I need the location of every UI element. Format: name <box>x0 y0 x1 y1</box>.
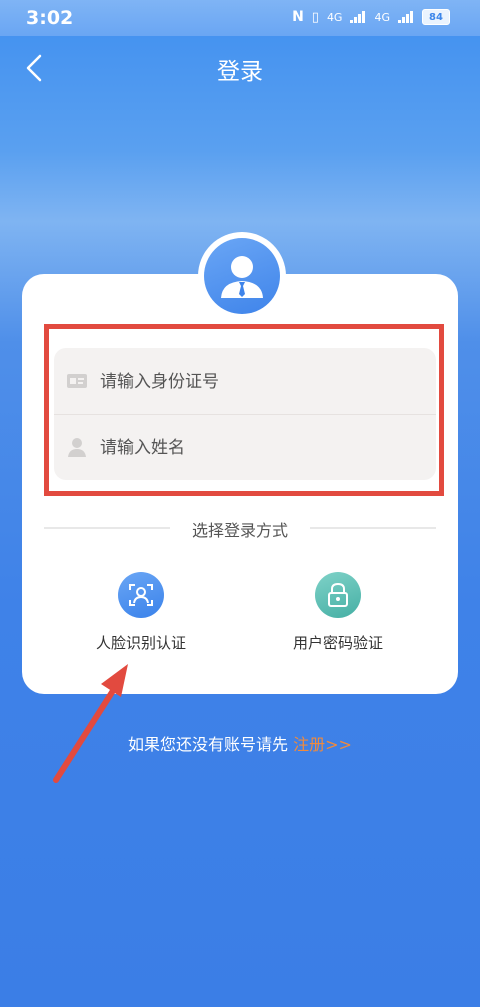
divider-line-right <box>310 527 436 529</box>
user-avatar-icon <box>221 256 263 298</box>
face-recognition-option[interactable]: 人脸识别认证 <box>51 572 231 653</box>
signal-label-1: 4G <box>326 10 343 24</box>
nfc-icon: N <box>292 9 304 25</box>
face-recognition-label: 人脸识别认证 <box>95 634 186 652</box>
register-prompt: 如果您还没有账号请先 注册>> <box>0 731 480 755</box>
register-prompt-text: 如果您还没有账号请先 <box>128 735 289 754</box>
password-login-option[interactable]: 用户密码验证 <box>248 572 428 653</box>
face-scan-icon <box>118 572 164 618</box>
person-icon <box>68 438 86 457</box>
status-bar: 3:02 N ▯ 4G 4G 84 <box>0 0 480 36</box>
status-time: 3:02 <box>26 7 74 29</box>
signal-label-2: 4G <box>374 10 390 24</box>
avatar-circle <box>204 238 280 314</box>
name-input[interactable] <box>98 428 422 468</box>
name-row <box>54 414 436 480</box>
battery-icon: 84 <box>422 9 450 25</box>
credential-inputs <box>54 348 436 480</box>
password-login-label: 用户密码验证 <box>292 634 383 652</box>
id-number-row <box>54 348 436 415</box>
divider-line-left <box>44 527 170 529</box>
avatar <box>198 232 286 320</box>
id-number-input[interactable] <box>98 362 422 402</box>
page-title: 登录 <box>217 59 263 85</box>
lock-icon <box>315 572 361 618</box>
signal-icon <box>350 11 366 23</box>
vibrate-icon: ▯ <box>311 9 319 25</box>
register-link[interactable]: 注册>> <box>293 735 352 754</box>
id-card-icon <box>67 374 87 388</box>
login-method-label: 选择登录方式 <box>191 521 288 540</box>
header: 登录 <box>0 36 480 100</box>
signal-icon-2 <box>398 11 413 23</box>
status-icons: N ▯ 4G 4G 84 <box>292 9 450 25</box>
